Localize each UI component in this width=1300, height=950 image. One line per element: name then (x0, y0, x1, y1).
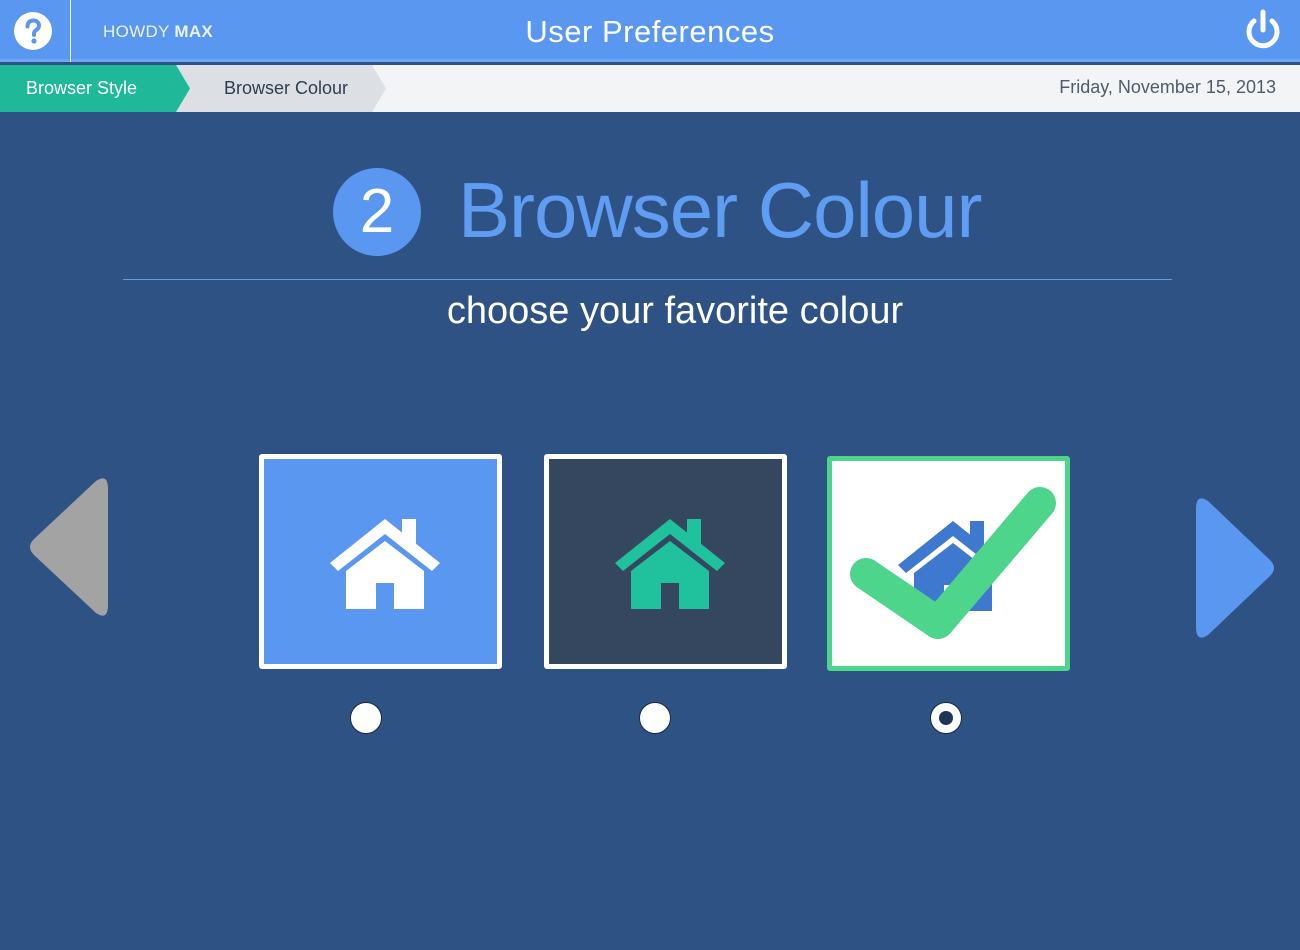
step-title: Browser Colour (458, 166, 983, 254)
colour-option-radio-dark[interactable] (639, 702, 671, 734)
heading-divider (123, 279, 1172, 280)
chevron-left-icon (30, 478, 108, 616)
top-bar: HOWDY MAX User Preferences (0, 0, 1300, 62)
colour-option-radio-white[interactable] (930, 702, 962, 734)
page-title: User Preferences (525, 14, 775, 49)
breadcrumb-item-browser-style[interactable]: Browser Style (0, 65, 190, 112)
home-icon (330, 519, 440, 609)
colour-option-dark[interactable] (544, 454, 787, 669)
next-button[interactable] (1194, 495, 1278, 646)
radio-selected-dot (939, 711, 953, 725)
checkmark-icon (850, 487, 1056, 639)
home-icon (615, 519, 725, 609)
current-date: Friday, November 15, 2013 (1059, 77, 1276, 97)
colour-option-white[interactable] (827, 456, 1070, 671)
step-number-badge: 2 (333, 168, 421, 256)
breadcrumb-item-browser-colour[interactable]: Browser Colour (170, 65, 386, 112)
power-icon (1246, 9, 1280, 49)
breadcrumb-label: Browser Style (26, 78, 138, 98)
chevron-right-icon (1196, 498, 1274, 638)
colour-option-blue[interactable] (259, 454, 502, 669)
breadcrumb-label: Browser Colour (224, 78, 349, 98)
power-button[interactable] (1242, 8, 1284, 52)
colour-option-radio-blue[interactable] (350, 702, 382, 734)
previous-button[interactable] (26, 475, 110, 624)
step-subtitle: choose your favorite colour (446, 290, 904, 332)
